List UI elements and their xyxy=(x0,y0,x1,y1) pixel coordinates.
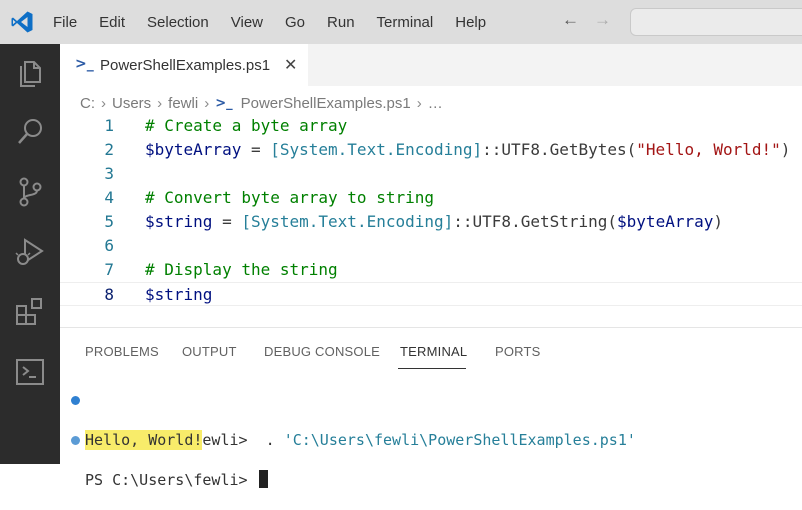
breadcrumb-drive[interactable]: C: xyxy=(80,95,95,112)
line-number: 7 xyxy=(104,260,114,279)
code-line[interactable]: 6 xyxy=(60,234,802,258)
line-number: 3 xyxy=(104,164,114,183)
code-line[interactable]: 4 # Convert byte array to string xyxy=(60,186,802,210)
line-number: 6 xyxy=(104,236,114,255)
terminal-view-icon[interactable] xyxy=(14,356,46,388)
terminal-prompt: PS C:\Users\fewli> xyxy=(85,471,257,489)
activity-bar xyxy=(0,44,60,464)
code-line[interactable]: 8 $string xyxy=(60,282,802,306)
menu-selection[interactable]: Selection xyxy=(147,14,209,31)
terminal-line: PS C:\Users\fewli> . 'C:\Users\fewli\Pow… xyxy=(60,390,802,449)
close-icon[interactable]: ✕ xyxy=(284,55,297,75)
code-token: $string xyxy=(145,285,213,304)
code-text: # Convert byte array to string xyxy=(145,186,434,210)
search-icon[interactable] xyxy=(14,116,46,148)
code-token: ::UTF8.GetBytes( xyxy=(482,140,637,159)
code-line[interactable]: 1 # Create a byte array xyxy=(60,114,802,138)
menu-terminal[interactable]: Terminal xyxy=(377,14,434,31)
explorer-icon[interactable] xyxy=(14,56,46,88)
code-line[interactable]: 7 # Display the string xyxy=(60,258,802,282)
code-token: $byteArray xyxy=(617,212,714,231)
chevron-right-icon: › xyxy=(157,94,163,112)
editor-tabs: >_ PowerShellExamples.ps1 ✕ xyxy=(60,44,802,86)
tab-label: PowerShellExamples.ps1 xyxy=(100,57,271,74)
menu-view[interactable]: View xyxy=(231,14,263,31)
code-token: [System.Text.Encoding] xyxy=(270,140,483,159)
chevron-right-icon: › xyxy=(416,94,422,112)
line-number: 1 xyxy=(104,116,114,135)
command-center-search[interactable] xyxy=(630,8,802,36)
code-token: # Create a byte array xyxy=(145,116,348,135)
code-token: $byteArray xyxy=(145,140,242,159)
code-text: $string xyxy=(145,283,212,307)
powershell-icon: >_ xyxy=(215,95,233,111)
menu-file[interactable]: File xyxy=(53,14,77,31)
chevron-right-icon: › xyxy=(101,94,106,112)
tab-terminal[interactable]: TERMINAL xyxy=(400,344,467,359)
code-token: ) xyxy=(713,212,723,231)
code-text: # Create a byte array xyxy=(145,114,347,138)
breadcrumb: C: › Users › fewli › >_ PowerShellExampl… xyxy=(80,92,443,114)
code-token: ::UTF8.GetString( xyxy=(453,212,618,231)
line-number: 5 xyxy=(104,212,114,231)
menu-bar: File Edit Selection View Go Run Terminal… xyxy=(53,0,508,44)
breadcrumb-more[interactable]: … xyxy=(428,95,443,112)
source-control-icon[interactable] xyxy=(14,176,46,208)
menu-run[interactable]: Run xyxy=(327,14,355,31)
menu-go[interactable]: Go xyxy=(285,14,305,31)
tab-ports[interactable]: PORTS xyxy=(495,344,541,359)
title-bar: File Edit Selection View Go Run Terminal… xyxy=(0,0,802,44)
code-editor[interactable]: 1 # Create a byte array 2 $byteArray = [Sys… xyxy=(60,114,802,327)
tab-debug-console[interactable]: DEBUG CONSOLE xyxy=(264,344,380,359)
terminal-output[interactable]: PS C:\Users\fewli> . 'C:\Users\fewli\Pow… xyxy=(60,380,802,489)
breadcrumb-users[interactable]: Users xyxy=(112,95,151,112)
tab-powershell-examples[interactable]: >_ PowerShellExamples.ps1 ✕ xyxy=(60,44,308,86)
code-token: # Convert byte array to string xyxy=(145,188,434,207)
code-token: # Display the string xyxy=(145,260,338,279)
line-number: 2 xyxy=(104,140,114,159)
code-text: $string = [System.Text.Encoding]::UTF8.G… xyxy=(145,210,723,234)
code-token: = xyxy=(212,212,242,231)
code-token: [System.Text.Encoding] xyxy=(241,212,454,231)
powershell-icon: >_ xyxy=(75,56,94,72)
menu-help[interactable]: Help xyxy=(455,14,486,31)
active-tab-indicator xyxy=(398,368,466,369)
code-line[interactable]: 3 xyxy=(60,162,802,186)
code-line[interactable]: 5 $string = [System.Text.Encoding]::UTF8.… xyxy=(60,210,802,234)
line-number: 8 xyxy=(104,285,114,304)
run-debug-icon[interactable] xyxy=(14,236,46,268)
terminal-cursor xyxy=(258,470,268,488)
menu-edit[interactable]: Edit xyxy=(99,14,125,31)
command-dot-icon[interactable] xyxy=(71,436,80,445)
vscode-logo-icon[interactable] xyxy=(10,10,34,34)
line-number: 4 xyxy=(104,188,114,207)
terminal-line: PS C:\Users\fewli> xyxy=(60,430,802,489)
code-line[interactable]: 2 $byteArray = [System.Text.Encoding]::UT… xyxy=(60,138,802,162)
code-text: $byteArray = [System.Text.Encoding]::UTF… xyxy=(145,138,790,162)
code-token: = xyxy=(241,140,271,159)
tab-output[interactable]: OUTPUT xyxy=(182,344,237,359)
chevron-right-icon: › xyxy=(204,94,210,112)
extensions-icon[interactable] xyxy=(14,296,46,328)
breadcrumb-user[interactable]: fewli xyxy=(168,95,198,112)
code-token: "Hello, World!" xyxy=(636,140,781,159)
tab-problems[interactable]: PROBLEMS xyxy=(85,344,159,359)
panel-tabs: PROBLEMS OUTPUT DEBUG CONSOLE TERMINAL P… xyxy=(60,328,802,372)
code-token: $string xyxy=(145,212,213,231)
forward-arrow-icon[interactable]: → xyxy=(594,10,611,30)
terminal-line: Hello, World! xyxy=(60,410,802,450)
code-text: # Display the string xyxy=(145,258,338,282)
code-token: ) xyxy=(780,140,791,159)
command-success-dot-icon[interactable] xyxy=(71,396,80,405)
breadcrumb-file[interactable]: PowerShellExamples.ps1 xyxy=(241,95,411,112)
back-arrow-icon[interactable]: ← xyxy=(562,10,579,30)
